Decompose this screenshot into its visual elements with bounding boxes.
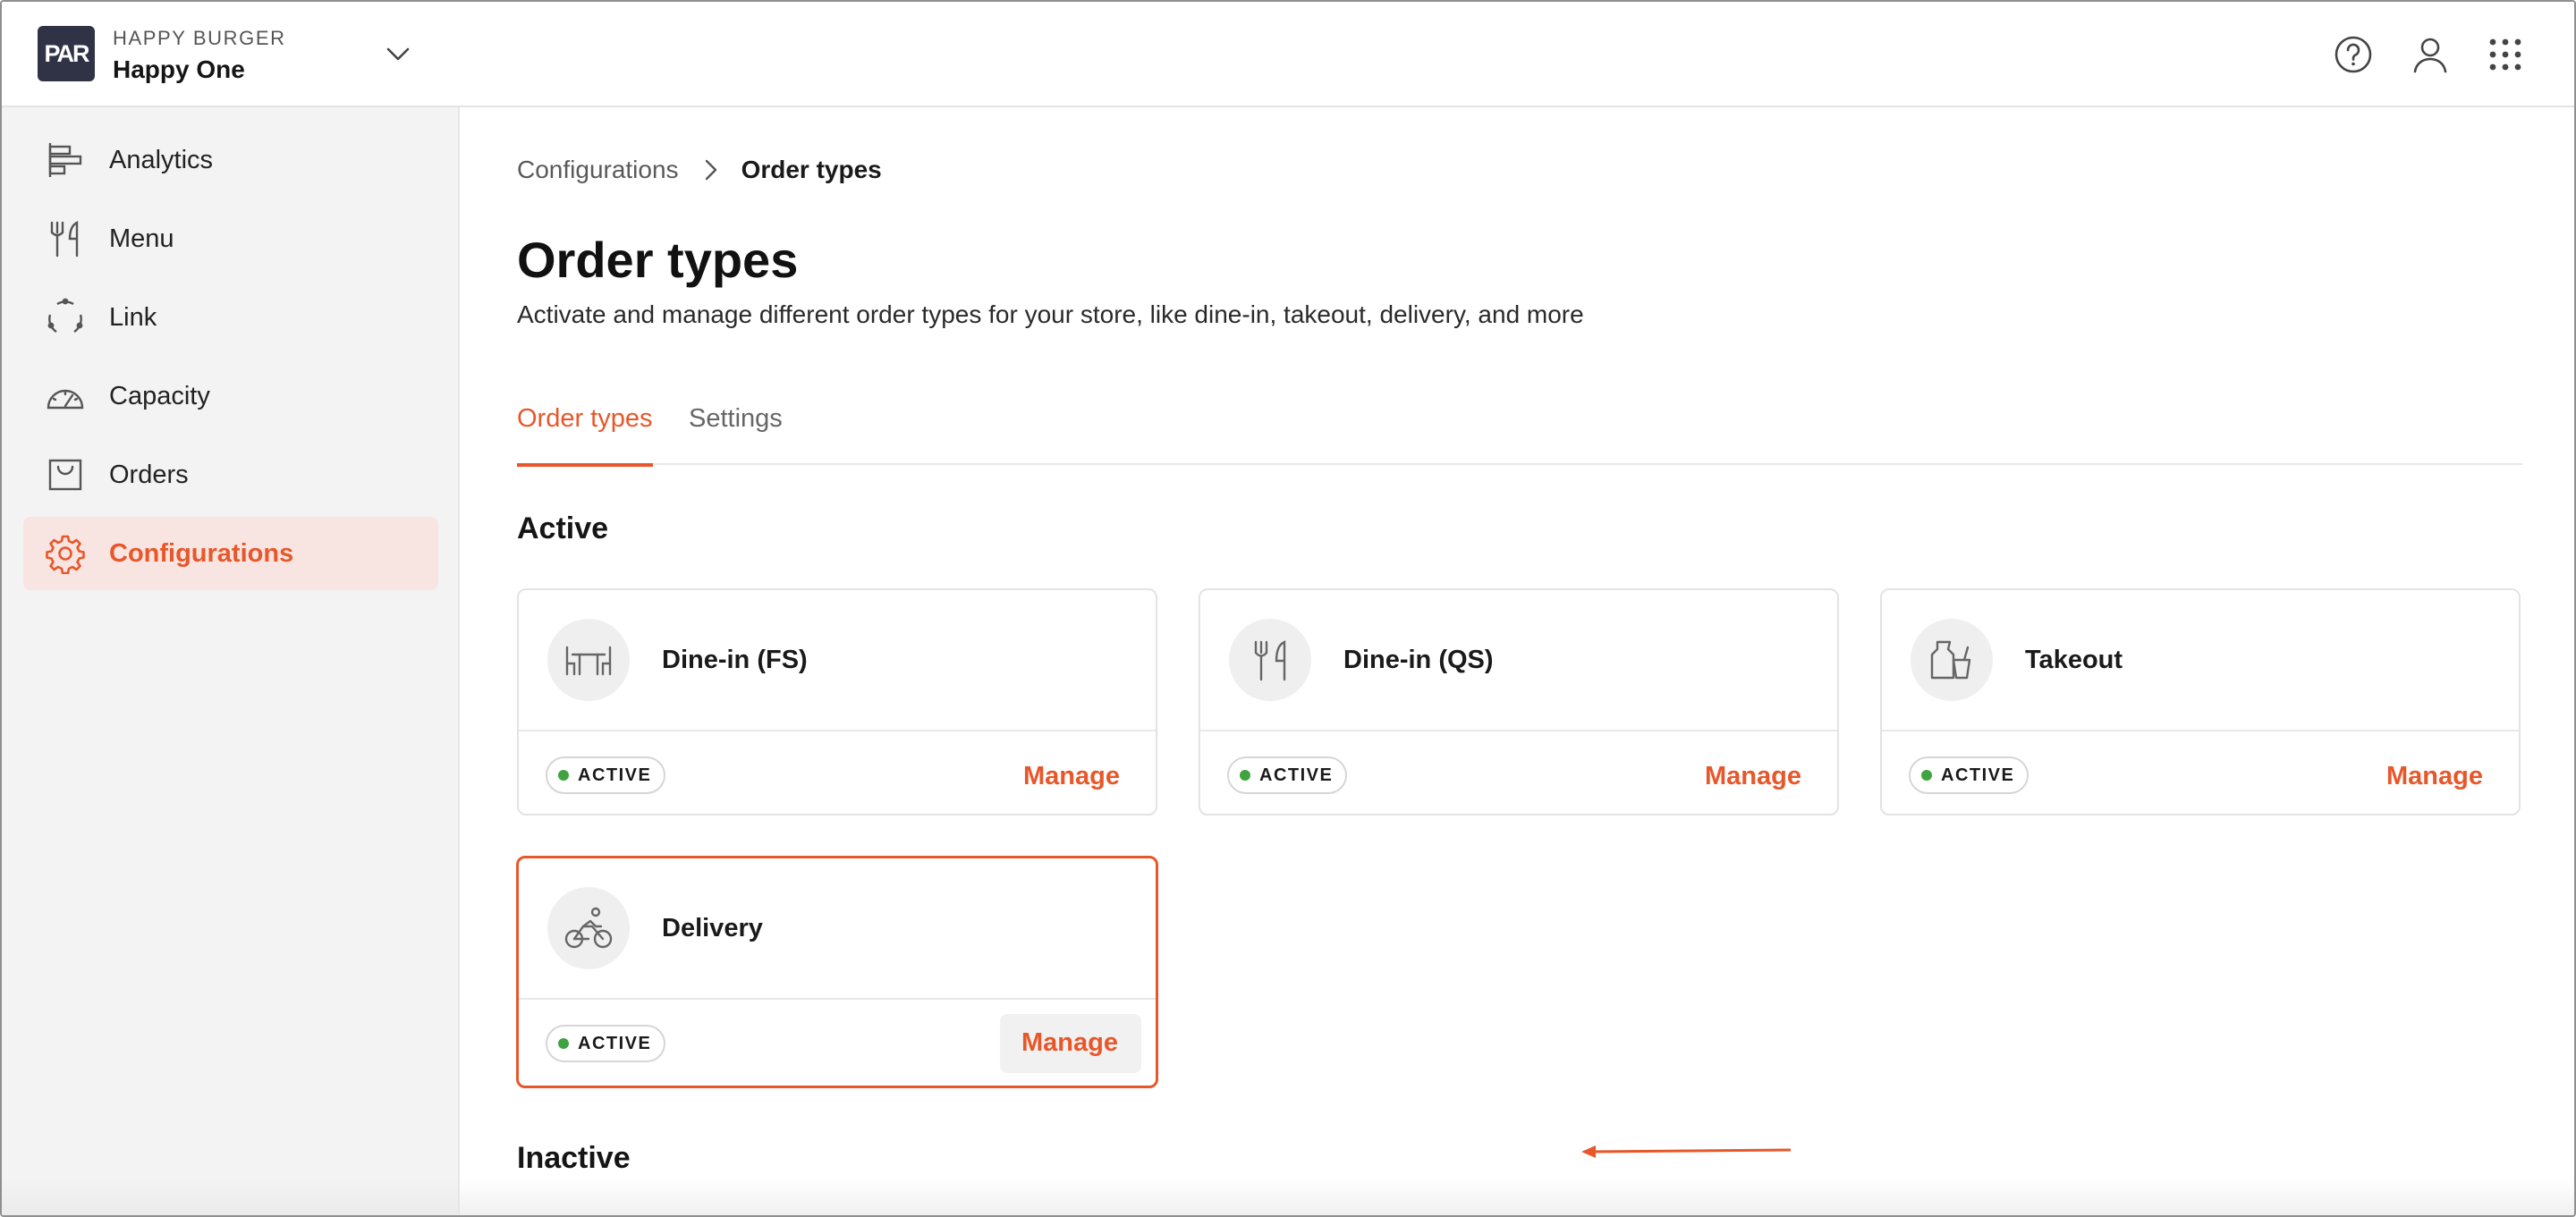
- order-type-card-delivery: Delivery ACTIVE Manage: [516, 856, 1158, 1088]
- sidebar-item-label: Analytics: [109, 145, 214, 174]
- app-window: PAR HAPPY BURGER Happy One Analytics Men…: [0, 0, 2576, 1217]
- status-dot: [1240, 770, 1250, 781]
- help-icon[interactable]: [2333, 34, 2374, 75]
- takeout-bag-icon: [1911, 619, 1993, 701]
- chevron-right-icon: [705, 159, 716, 181]
- sidebar-item-label: Capacity: [109, 381, 210, 410]
- manage-button[interactable]: Manage: [1000, 1014, 1141, 1073]
- manage-button[interactable]: Manage: [2386, 760, 2483, 792]
- order-type-name: Delivery: [662, 914, 763, 942]
- card-divider: [1882, 730, 2519, 731]
- status-label: ACTIVE: [578, 1033, 652, 1053]
- order-type-name: Takeout: [2025, 646, 2123, 674]
- table-icon: [547, 619, 630, 701]
- analytics-icon: [48, 143, 82, 177]
- status-badge: ACTIVE: [546, 756, 666, 794]
- link-icon: [47, 298, 83, 334]
- order-type-name: Dine-in (FS): [662, 646, 808, 674]
- breadcrumb-configurations[interactable]: Configurations: [517, 156, 679, 184]
- sidebar-item-orders[interactable]: Orders: [23, 438, 438, 511]
- status-badge: ACTIVE: [1227, 756, 1348, 794]
- card-divider: [519, 998, 1156, 1000]
- status-badge: ACTIVE: [546, 1025, 666, 1062]
- apps-grid-icon[interactable]: [2485, 34, 2526, 75]
- section-title-inactive: Inactive: [517, 1141, 631, 1175]
- sidebar-item-label: Configurations: [109, 538, 294, 568]
- gear-icon: [46, 535, 85, 574]
- user-icon[interactable]: [2410, 34, 2451, 75]
- sidebar-item-analytics[interactable]: Analytics: [23, 123, 438, 197]
- status-label: ACTIVE: [578, 765, 652, 785]
- status-badge: ACTIVE: [1909, 756, 2029, 794]
- status-dot: [1921, 770, 1932, 781]
- bicycle-icon: [547, 887, 630, 969]
- sidebar-item-link[interactable]: Link: [23, 281, 438, 354]
- breadcrumb: Configurations Order types: [517, 156, 882, 184]
- page-title: Order types: [517, 232, 799, 288]
- annotation-arrow-icon: [1581, 1145, 1792, 1158]
- sidebar-item-label: Link: [109, 302, 157, 332]
- order-type-card: Dine-in (FS) ACTIVE Manage: [517, 588, 1157, 816]
- page-description: Activate and manage different order type…: [517, 300, 1584, 328]
- sidebar-item-label: Menu: [109, 224, 174, 253]
- fork-knife-icon: [1229, 619, 1311, 701]
- top-bar: PAR HAPPY BURGER Happy One: [2, 2, 2574, 107]
- store-name[interactable]: Happy One: [113, 55, 245, 84]
- tab-settings[interactable]: Settings: [689, 393, 783, 465]
- gauge-icon: [47, 389, 84, 410]
- card-divider: [519, 730, 1156, 731]
- card-divider: [1200, 730, 1837, 731]
- tab-order-types[interactable]: Order types: [517, 393, 653, 467]
- breadcrumb-current: Order types: [741, 156, 882, 183]
- manage-button[interactable]: Manage: [1023, 760, 1120, 792]
- main-content: Configurations Order types Order types A…: [462, 109, 2574, 1215]
- section-title-active: Active: [517, 511, 609, 545]
- par-logo: PAR: [38, 26, 95, 81]
- sidebar: Analytics Menu Link Capacity Orders Conf…: [2, 107, 460, 1215]
- order-type-card: Takeout ACTIVE Manage: [1880, 588, 2521, 816]
- sidebar-item-menu[interactable]: Menu: [23, 202, 438, 275]
- sidebar-item-capacity[interactable]: Capacity: [23, 359, 438, 433]
- sidebar-item-label: Orders: [109, 460, 189, 489]
- manage-button[interactable]: Manage: [1705, 760, 1801, 792]
- orders-bag-icon: [48, 459, 82, 491]
- status-dot: [558, 770, 569, 781]
- sidebar-item-configurations[interactable]: Configurations: [23, 517, 438, 590]
- status-label: ACTIVE: [1941, 765, 2015, 785]
- order-type-card: Dine-in (QS) ACTIVE Manage: [1199, 588, 1839, 816]
- status-label: ACTIVE: [1259, 765, 1334, 785]
- tab-bar: Order types Settings: [517, 393, 2522, 467]
- chevron-down-icon[interactable]: [383, 41, 413, 68]
- fork-knife-icon: [50, 221, 79, 258]
- status-dot: [558, 1038, 569, 1049]
- order-type-name: Dine-in (QS): [1343, 646, 1494, 674]
- brand-name: HAPPY BURGER: [113, 27, 286, 49]
